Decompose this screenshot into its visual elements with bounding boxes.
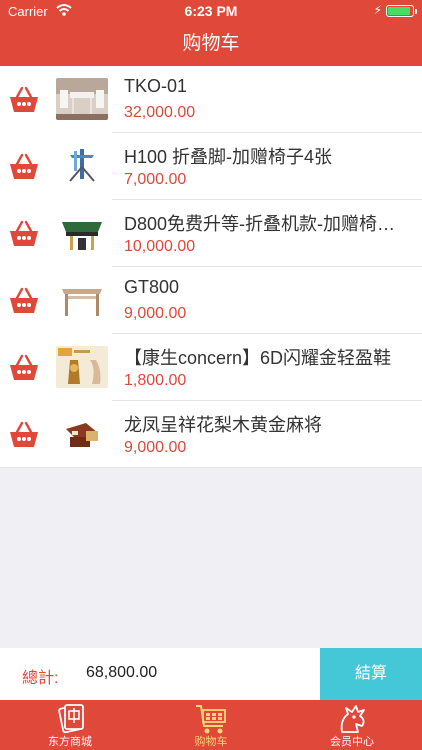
cart-icon <box>196 705 226 734</box>
product-thumbnail <box>56 279 108 321</box>
item-price: 7,000.00 <box>124 171 187 188</box>
tab-cart[interactable]: 购物车 <box>141 700 281 750</box>
mahjong-tile-icon <box>58 704 84 734</box>
cart-item[interactable]: 【康生concern】6D闪耀金轻盈鞋 1,800.00 <box>0 334 422 401</box>
checkout-bar: 總計: 68,800.00 結算 <box>0 648 422 700</box>
total-value: 68,800.00 <box>86 664 158 681</box>
cart-list: TKO-01 32,000.00 H100 折叠脚-加赠椅子4张 7,000.0… <box>0 66 422 468</box>
item-price: 9,000.00 <box>124 439 187 456</box>
tab-label: 东方商城 <box>48 736 92 748</box>
row-divider <box>0 467 422 468</box>
item-price: 32,000.00 <box>124 104 196 121</box>
product-thumbnail <box>56 78 108 120</box>
tab-member[interactable]: 会员中心 <box>282 700 422 750</box>
battery-icon <box>386 5 417 17</box>
basket-icon[interactable] <box>8 286 40 316</box>
basket-icon[interactable] <box>8 152 40 182</box>
dragon-icon <box>340 705 365 733</box>
item-price: 10,000.00 <box>124 238 196 255</box>
total-label: 總計: <box>22 670 59 687</box>
tab-mall[interactable]: 东方商城 <box>0 700 140 750</box>
item-name: TKO-01 <box>124 76 188 96</box>
product-thumbnail <box>56 413 108 455</box>
charging-icon: ⚡ <box>373 3 382 17</box>
checkout-button[interactable]: 結算 <box>320 648 422 700</box>
item-name: GT800 <box>124 277 180 297</box>
basket-icon[interactable] <box>8 219 40 249</box>
item-price: 9,000.00 <box>124 305 187 322</box>
page-title: 购物车 <box>182 33 240 54</box>
status-bar: Carrier 6:23 PM ⚡ <box>0 0 422 22</box>
tab-bar: 东方商城 购物车 会员中心 <box>0 700 422 750</box>
cart-item[interactable]: TKO-01 32,000.00 <box>0 66 422 133</box>
product-thumbnail <box>56 212 108 254</box>
basket-icon[interactable] <box>8 85 40 115</box>
item-name: H100 折叠脚-加赠椅子4张 <box>124 147 333 167</box>
tab-label: 会员中心 <box>330 736 374 748</box>
cart-item[interactable]: D800免费升等-折叠机款-加赠椅子4张 10,000.00 <box>0 200 422 267</box>
basket-icon[interactable] <box>8 420 40 450</box>
cart-item[interactable]: H100 折叠脚-加赠椅子4张 7,000.00 <box>0 133 422 200</box>
product-thumbnail <box>56 145 108 187</box>
item-name: 龙凤呈祥花梨木黄金麻将 <box>124 415 322 435</box>
basket-icon[interactable] <box>8 353 40 383</box>
status-time: 6:23 PM <box>184 3 238 19</box>
cart-item[interactable]: GT800 9,000.00 <box>0 267 422 334</box>
tab-label: 购物车 <box>194 736 228 748</box>
nav-bar: 购物车 <box>0 22 422 66</box>
item-name: D800免费升等-折叠机款-加赠椅子4张 <box>124 214 410 234</box>
item-name: 【康生concern】6D闪耀金轻盈鞋 <box>124 348 392 368</box>
item-price: 1,800.00 <box>124 372 187 389</box>
product-thumbnail <box>56 346 108 388</box>
cart-item[interactable]: 龙凤呈祥花梨木黄金麻将 9,000.00 <box>0 401 422 468</box>
